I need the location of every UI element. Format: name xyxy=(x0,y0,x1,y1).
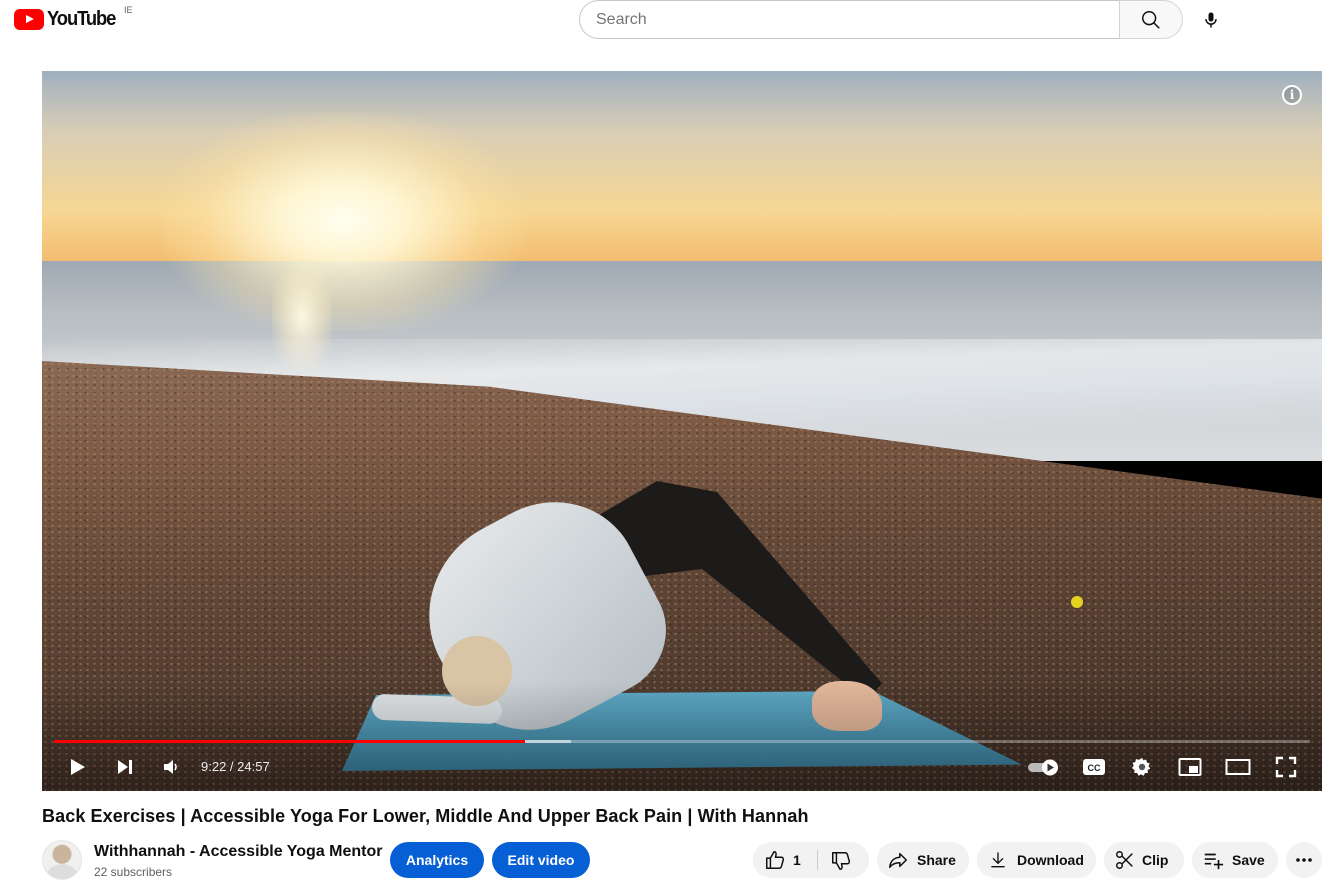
play-button[interactable] xyxy=(62,752,92,782)
svg-text:CC: CC xyxy=(1088,763,1101,773)
video-ball xyxy=(1071,596,1083,608)
thumbs-up-icon xyxy=(766,851,785,869)
volume-icon xyxy=(164,760,177,774)
video-player[interactable]: i 9:22 / 24:57 CC xyxy=(42,71,1322,791)
search-button[interactable] xyxy=(1119,0,1183,39)
share-icon xyxy=(887,849,909,871)
info-icon[interactable]: i xyxy=(1282,85,1302,105)
autoplay-toggle[interactable] xyxy=(1026,752,1062,782)
logo-wordmark: YouTube xyxy=(47,7,116,30)
subscriber-count: 22 subscribers xyxy=(94,865,173,879)
analytics-button[interactable]: Analytics xyxy=(390,842,484,878)
like-divider xyxy=(817,850,818,870)
share-button[interactable]: Share xyxy=(877,842,969,878)
search-icon xyxy=(1142,10,1160,29)
progress-bar[interactable] xyxy=(54,740,1310,743)
download-icon xyxy=(988,849,1008,871)
theater-mode-button[interactable] xyxy=(1223,752,1253,782)
fullscreen-icon xyxy=(1275,756,1297,778)
country-code: IE xyxy=(124,5,133,15)
search-bar xyxy=(579,0,1183,39)
download-label: Download xyxy=(1017,852,1084,868)
channel-avatar[interactable] xyxy=(42,840,82,880)
miniplayer-icon xyxy=(1178,758,1202,776)
closed-captions-icon: CC xyxy=(1083,759,1105,775)
clip-label: Clip xyxy=(1142,852,1169,868)
microphone-icon xyxy=(1205,12,1217,28)
settings-button[interactable] xyxy=(1127,752,1157,782)
progress-played xyxy=(54,740,525,743)
save-label: Save xyxy=(1232,852,1265,868)
voice-search-button[interactable] xyxy=(1191,0,1231,40)
skip-next-icon xyxy=(118,760,132,774)
search-box[interactable] xyxy=(579,0,1120,39)
edit-video-button[interactable]: Edit video xyxy=(492,842,590,878)
more-actions-button[interactable] xyxy=(1286,842,1322,878)
like-dislike-group: 1 xyxy=(753,842,869,878)
miniplayer-button[interactable] xyxy=(1175,752,1205,782)
share-label: Share xyxy=(917,852,956,868)
save-button[interactable]: Save xyxy=(1192,842,1278,878)
search-input[interactable] xyxy=(596,10,1120,29)
mute-button[interactable] xyxy=(156,752,186,782)
autoplay-icon xyxy=(1028,759,1058,776)
playlist-add-icon xyxy=(1202,849,1224,871)
clip-button[interactable]: Clip xyxy=(1104,842,1184,878)
download-button[interactable]: Download xyxy=(977,842,1096,878)
play-icon xyxy=(71,759,85,775)
gear-icon xyxy=(1132,757,1151,776)
time-display: 9:22 / 24:57 xyxy=(201,759,270,774)
scissors-icon xyxy=(1114,849,1136,871)
like-count: 1 xyxy=(793,852,801,868)
thumbs-down-icon xyxy=(832,852,851,870)
channel-name[interactable]: Withhannah - Accessible Yoga Mentor xyxy=(94,843,383,861)
video-title: Back Exercises | Accessible Yoga For Low… xyxy=(42,806,809,826)
more-horizontal-icon xyxy=(1296,858,1312,862)
masthead: YouTube IE xyxy=(0,0,1338,40)
fullscreen-button[interactable] xyxy=(1271,752,1301,782)
like-button[interactable] xyxy=(763,848,787,872)
subtitles-button[interactable]: CC xyxy=(1079,752,1109,782)
theater-mode-icon xyxy=(1225,759,1251,775)
video-sun xyxy=(162,111,522,331)
youtube-logo[interactable]: YouTube IE xyxy=(14,5,133,31)
next-button[interactable] xyxy=(110,752,140,782)
youtube-play-icon xyxy=(14,8,44,30)
dislike-button[interactable] xyxy=(829,849,853,873)
